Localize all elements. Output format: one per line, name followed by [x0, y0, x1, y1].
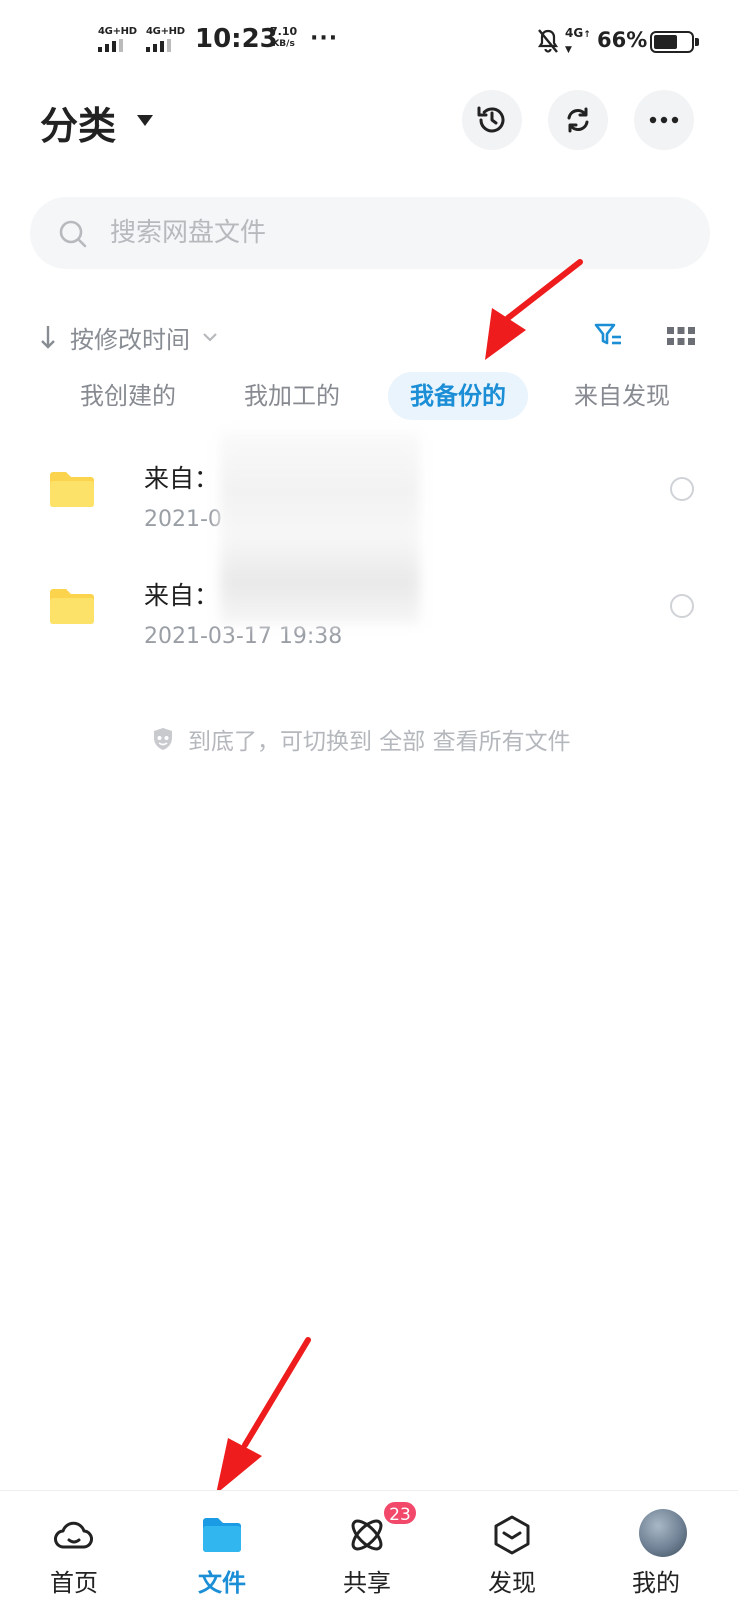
- battery-icon: [650, 31, 699, 53]
- signal-1-icon: 4G+HD: [98, 26, 140, 54]
- annotation-arrow-nav: [216, 1337, 311, 1494]
- more-button[interactable]: [634, 90, 694, 150]
- file-date: 2021-0: [144, 507, 222, 532]
- nav-discover-label: 发现: [488, 1569, 536, 1597]
- speed-unit: KB/s: [272, 39, 295, 49]
- nav-me-label: 我的: [632, 1569, 680, 1597]
- filter-icon[interactable]: [593, 320, 623, 350]
- select-radio[interactable]: [670, 594, 694, 618]
- battery-percent: 66%: [597, 28, 648, 52]
- folder-icon: [50, 472, 94, 507]
- sort-selector[interactable]: 按修改时间: [38, 317, 218, 357]
- network-type-1: 4G+HD: [98, 26, 137, 37]
- nav-home-label: 首页: [50, 1569, 98, 1597]
- annotation-arrow-tab: [485, 259, 583, 360]
- sort-label: 按修改时间: [70, 325, 190, 354]
- bottom-nav: 首页 文件 共享 发现 我的: [0, 1490, 738, 1600]
- file-name: 来自：: [144, 581, 220, 610]
- signal-2-icon: 4G+HD: [146, 26, 188, 54]
- folder-icon: [50, 589, 94, 624]
- nav-discover[interactable]: 发现: [452, 1491, 572, 1600]
- sort-direction-icon: [41, 326, 55, 349]
- shield-icon: [154, 728, 172, 750]
- file-name: 来自：: [144, 464, 220, 493]
- tab-backup[interactable]: 我备份的: [388, 372, 528, 420]
- speed-value: 7.10: [270, 25, 298, 38]
- nav-share-label: 共享: [343, 1569, 391, 1597]
- cube-icon: [494, 1515, 530, 1555]
- blurred-redaction: [220, 432, 420, 624]
- network-speed: 7.10 KB/s: [270, 26, 297, 50]
- nav-files-label: 文件: [198, 1569, 246, 1597]
- end-hint-text: 到底了，可切换到 全部 查看所有文件: [188, 729, 571, 755]
- more-icon: [649, 116, 679, 124]
- cellular-type: 4G: [565, 26, 584, 40]
- mute-bell-icon: [537, 29, 559, 53]
- end-of-list-hint: 到底了，可切换到 全部 查看所有文件: [150, 722, 571, 756]
- history-icon: [477, 106, 505, 133]
- clock: 10:23: [195, 24, 278, 54]
- search-icon: [59, 220, 87, 248]
- share-count-badge: 23: [382, 1500, 418, 1526]
- title-dropdown-icon[interactable]: [137, 115, 153, 126]
- cloud-icon: [54, 1521, 93, 1549]
- grid-view-icon[interactable]: [666, 325, 696, 347]
- chevron-down-icon: [203, 333, 217, 342]
- avatar: [639, 1509, 687, 1557]
- atom-icon: [351, 1519, 383, 1551]
- search-bar[interactable]: [30, 197, 710, 269]
- tab-created[interactable]: 我创建的: [68, 372, 188, 420]
- status-overflow-icon: ···: [310, 26, 339, 51]
- nav-home[interactable]: 首页: [14, 1491, 134, 1600]
- battery-fill: [654, 35, 678, 49]
- sync-icon: [567, 107, 589, 133]
- search-input[interactable]: [110, 197, 670, 269]
- nav-me[interactable]: 我的: [596, 1491, 716, 1600]
- page-title[interactable]: 分类: [40, 95, 116, 150]
- tab-processed[interactable]: 我加工的: [232, 372, 352, 420]
- file-date: 2021-03-17 19:38: [144, 624, 343, 649]
- sync-button[interactable]: [548, 90, 608, 150]
- nav-files[interactable]: 文件: [162, 1491, 282, 1600]
- tab-discover[interactable]: 来自发现: [562, 372, 682, 420]
- history-button[interactable]: [462, 90, 522, 150]
- select-radio[interactable]: [670, 477, 694, 501]
- network-type-2: 4G+HD: [146, 26, 185, 37]
- status-bar: 4G+HD 4G+HD 10:23 7.10 KB/s ··· 4G↑ ▼ 66%: [0, 0, 738, 82]
- folder-icon: [203, 1518, 241, 1552]
- cellular-indicator: 4G↑ ▼: [565, 26, 591, 56]
